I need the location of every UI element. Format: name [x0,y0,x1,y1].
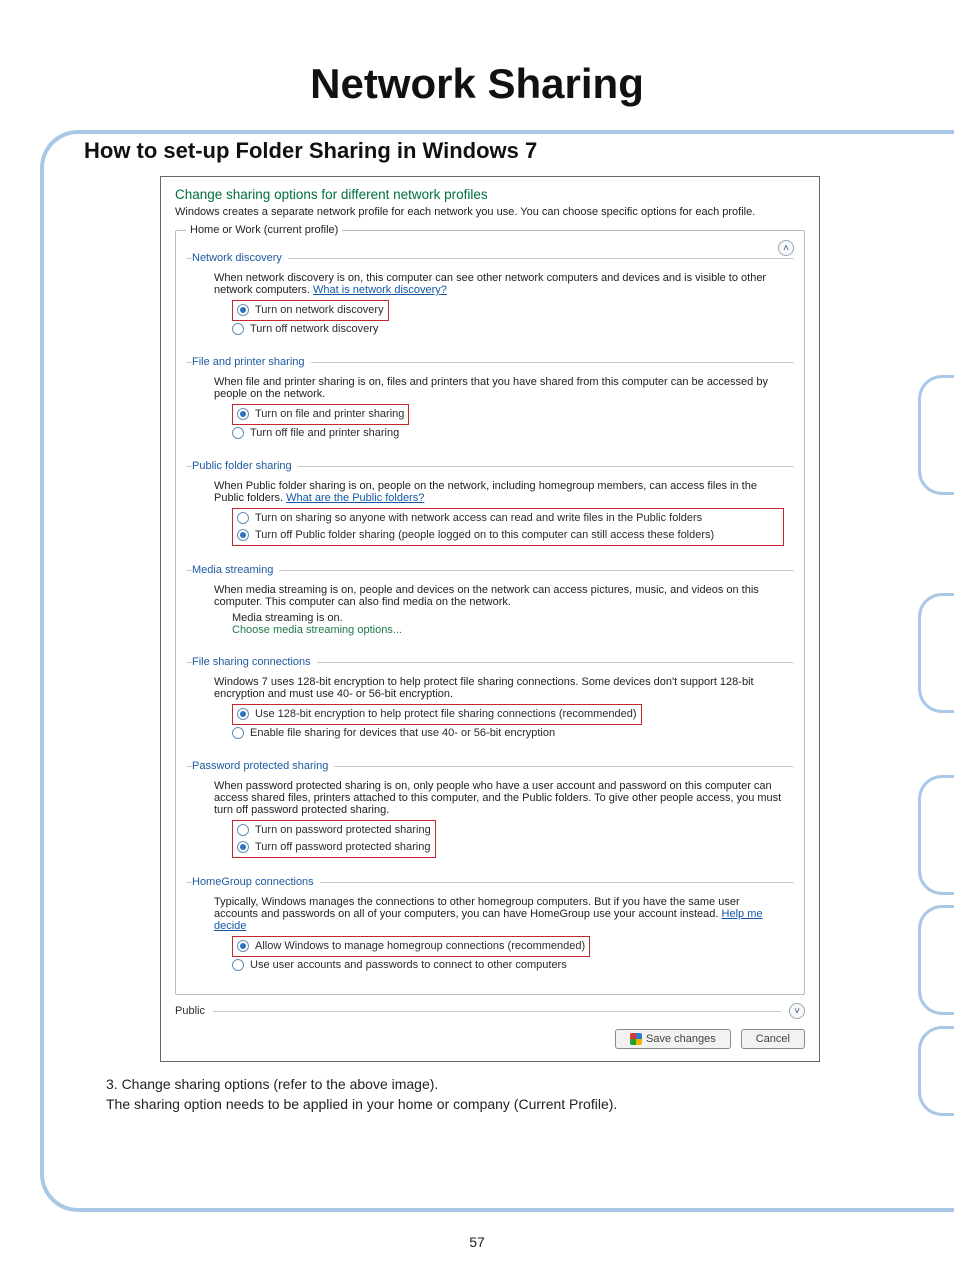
radio-password-on[interactable]: Turn on password protected sharing [237,822,431,839]
radio-label: Turn on file and printer sharing [255,407,404,422]
cancel-button[interactable]: Cancel [741,1029,805,1049]
radio-label: Turn on password protected sharing [255,823,431,838]
radio-icon [237,512,249,524]
radio-icon [237,708,249,720]
radio-icon [237,841,249,853]
radio-label: Turn off password protected sharing [255,840,430,855]
radio-icon [232,727,244,739]
radio-label: Use 128-bit encryption to help protect f… [255,707,637,722]
radio-public-folder-off[interactable]: Turn off Public folder sharing (people l… [237,527,779,544]
radio-icon [232,959,244,971]
shield-icon [630,1033,642,1045]
button-label: Cancel [756,1033,790,1045]
profile-public-label: Public [175,1005,205,1017]
radio-homegroup-windows[interactable]: Allow Windows to manage homegroup connec… [237,938,585,955]
highlight-box: Turn on file and printer sharing [232,404,409,425]
radio-128bit[interactable]: Use 128-bit encryption to help protect f… [237,706,637,723]
group-legend: Public folder sharing [192,460,298,472]
group-legend: HomeGroup connections [192,876,320,888]
group-public-folder-sharing: Public folder sharing When Public folder… [186,460,794,554]
group-desc: When password protected sharing is on, o… [214,780,784,816]
group-desc: When Public folder sharing is on, people… [214,480,784,504]
group-legend: Network discovery [192,252,288,264]
highlight-box: Turn on network discovery [232,300,389,321]
radio-label: Turn on sharing so anyone with network a… [255,511,702,526]
windows-dialog: Change sharing options for different net… [160,176,820,1062]
highlight-box: Turn on sharing so anyone with network a… [232,508,784,546]
radio-public-folder-on[interactable]: Turn on sharing so anyone with network a… [237,510,779,527]
radio-icon [237,824,249,836]
side-tab [918,375,954,495]
divider [213,1011,781,1012]
radio-password-off[interactable]: Turn off password protected sharing [237,839,431,856]
radio-file-printer-off[interactable]: Turn off file and printer sharing [232,425,784,442]
profile-label: Home or Work (current profile) [186,224,342,236]
link-what-are-public-folders[interactable]: What are the Public folders? [286,492,424,504]
radio-label: Turn off network discovery [250,322,378,337]
radio-label: Use user accounts and passwords to conne… [250,958,567,973]
side-tab [918,775,954,895]
link-media-options[interactable]: Choose media streaming options... [232,624,402,636]
radio-file-printer-on[interactable]: Turn on file and printer sharing [237,406,404,423]
step-3-text: 3. Change sharing options (refer to the … [106,1076,894,1092]
profile-home-work: Home or Work (current profile) ˄ Network… [175,224,805,995]
highlight-box: Use 128-bit encryption to help protect f… [232,704,642,725]
side-tab [918,593,954,713]
expand-icon[interactable]: ˅ [789,1003,805,1019]
group-desc: Typically, Windows manages the connectio… [214,896,784,932]
radio-icon [237,940,249,952]
radio-icon [237,304,249,316]
page-title: Network Sharing [60,60,894,108]
group-network-discovery: Network discovery When network discovery… [186,252,794,346]
dialog-subtitle: Windows creates a separate network profi… [175,206,805,218]
radio-icon [237,408,249,420]
save-changes-button[interactable]: Save changes [615,1029,731,1049]
group-legend: Password protected sharing [192,760,334,772]
group-media-streaming: Media streaming When media streaming is … [186,564,794,646]
radio-label: Turn off Public folder sharing (people l… [255,528,714,543]
group-desc: When network discovery is on, this compu… [214,272,784,296]
group-legend: File and printer sharing [192,356,311,368]
group-desc: When media streaming is on, people and d… [214,584,784,608]
radio-label: Allow Windows to manage homegroup connec… [255,939,585,954]
highlight-box: Allow Windows to manage homegroup connec… [232,936,590,957]
profile-public[interactable]: Public ˅ [175,1003,805,1019]
group-file-printer-sharing: File and printer sharing When file and p… [186,356,794,450]
side-tab [918,1026,954,1116]
desc-text: When network discovery is on, this compu… [214,272,766,296]
group-desc: When file and printer sharing is on, fil… [214,376,784,400]
radio-label: Turn off file and printer sharing [250,426,399,441]
group-legend: Media streaming [192,564,279,576]
section-heading: How to set-up Folder Sharing in Windows … [84,138,894,164]
step-3-subtext: The sharing option needs to be applied i… [106,1096,894,1112]
radio-40-56bit[interactable]: Enable file sharing for devices that use… [232,725,784,742]
group-legend: File sharing connections [192,656,317,668]
radio-icon [237,529,249,541]
radio-network-discovery-off[interactable]: Turn off network discovery [232,321,784,338]
radio-homegroup-user-accounts[interactable]: Use user accounts and passwords to conne… [232,957,784,974]
radio-icon [232,323,244,335]
button-label: Save changes [646,1033,716,1045]
media-status: Media streaming is on. [232,612,784,624]
group-homegroup-connections: HomeGroup connections Typically, Windows… [186,876,794,982]
radio-network-discovery-on[interactable]: Turn on network discovery [237,302,384,319]
radio-icon [232,427,244,439]
desc-text: Typically, Windows manages the connectio… [214,896,740,920]
radio-label: Turn on network discovery [255,303,384,318]
radio-label: Enable file sharing for devices that use… [250,726,555,741]
highlight-box: Turn on password protected sharing Turn … [232,820,436,858]
group-file-sharing-connections: File sharing connections Windows 7 uses … [186,656,794,750]
dialog-title: Change sharing options for different net… [175,187,805,202]
group-password-protected-sharing: Password protected sharing When password… [186,760,794,866]
group-desc: Windows 7 uses 128-bit encryption to hel… [214,676,784,700]
side-tab [918,905,954,1015]
page-number: 57 [0,1234,954,1250]
link-what-is-network-discovery[interactable]: What is network discovery? [313,284,447,296]
